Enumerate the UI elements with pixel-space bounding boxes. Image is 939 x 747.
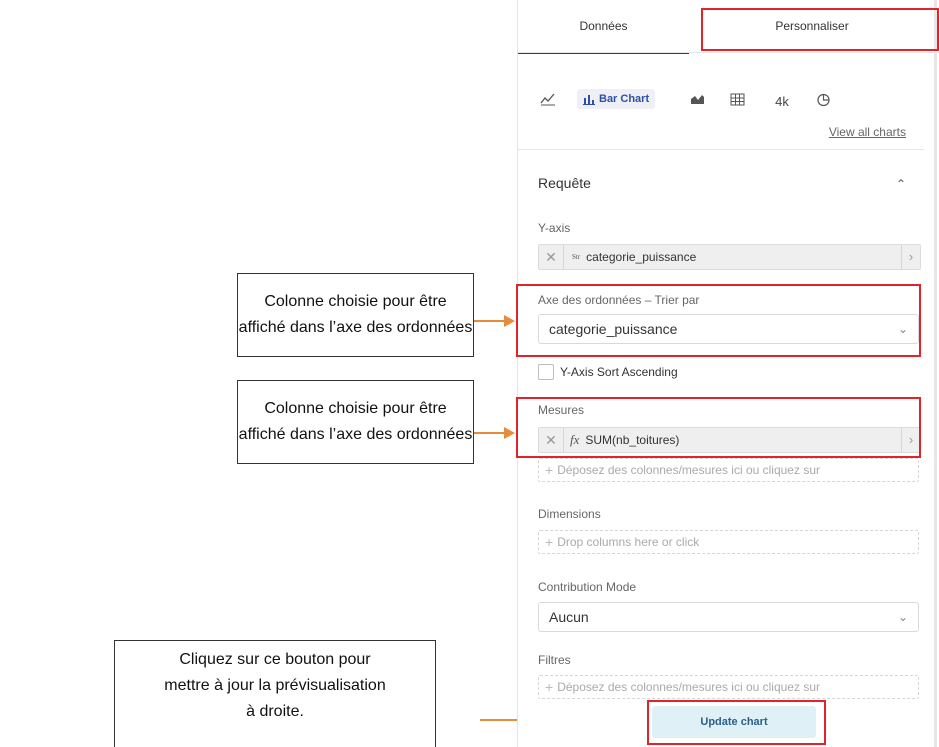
arrow-line: [474, 432, 506, 434]
chart-type-selector: Bar Chart 4k View all charts: [518, 53, 924, 149]
arrow-head: [504, 427, 515, 439]
callout-y-axis: Colonne choisie pour être affiché dans l…: [237, 273, 474, 357]
chart-config-panel: Données Personnaliser Bar Chart 4k View …: [517, 0, 939, 747]
callout-line: affiché dans l’axe des ordonnées: [238, 319, 473, 336]
bar-chart-label: Bar Chart: [599, 93, 650, 105]
plus-icon: +: [545, 534, 554, 550]
table-chart-icon[interactable]: [728, 89, 746, 109]
y-axis-column-pill[interactable]: ✕ Str categorie_puissance ›: [538, 244, 921, 270]
arrow-line: [474, 320, 506, 322]
chevron-down-icon: ⌄: [897, 610, 908, 624]
measures-drop-placeholder: Déposez des colonnes/mesures ici ou cliq…: [557, 463, 820, 477]
contribution-mode-label: Contribution Mode: [538, 580, 637, 594]
pie-chart-icon[interactable]: [814, 89, 832, 109]
callout-line: à droite.: [246, 703, 304, 720]
big-number-label: 4k: [775, 93, 789, 109]
filters-label: Filtres: [538, 653, 571, 667]
dimensions-drop-zone[interactable]: + Drop columns here or click: [538, 530, 919, 554]
callout-line: Colonne choisie pour être: [264, 293, 447, 310]
y-axis-label: Y-axis: [538, 221, 571, 235]
filters-drop-placeholder: Déposez des colonnes/mesures ici ou cliq…: [557, 680, 820, 694]
measures-drop-zone[interactable]: + Déposez des colonnes/mesures ici ou cl…: [538, 458, 919, 482]
query-section-title: Requête: [538, 175, 591, 191]
contribution-mode-select[interactable]: Aucun ⌄: [538, 602, 919, 632]
line-chart-icon[interactable]: [538, 89, 558, 109]
big-number-chart-option[interactable]: 4k: [770, 91, 794, 111]
highlight-measures: [516, 397, 921, 458]
y-axis-column-name: categorie_puissance: [586, 250, 697, 264]
tab-data-label: Données: [579, 19, 628, 33]
area-chart-icon[interactable]: [688, 89, 706, 109]
chevron-up-icon[interactable]: ⌃: [896, 177, 906, 191]
divider: [518, 149, 924, 150]
dimensions-label: Dimensions: [538, 507, 601, 521]
highlight-sort-by: [516, 284, 921, 357]
view-all-charts-link[interactable]: View all charts: [829, 125, 906, 139]
string-type-badge: Str: [572, 253, 581, 261]
highlight-customize-tab: [701, 8, 939, 51]
remove-icon[interactable]: ✕: [539, 245, 564, 269]
contribution-mode-value: Aucun: [549, 609, 589, 625]
bar-chart-option[interactable]: Bar Chart: [577, 89, 656, 109]
sort-ascending-label: Y-Axis Sort Ascending: [560, 365, 678, 379]
arrow-head: [504, 315, 515, 327]
dimensions-drop-placeholder: Drop columns here or click: [557, 535, 700, 549]
callout-line: Cliquez sur ce bouton pour: [179, 651, 371, 668]
callout-line: Colonne choisie pour être: [264, 400, 447, 417]
highlight-update-button: [647, 700, 826, 745]
callout-update: Cliquez sur ce bouton pour mettre à jour…: [114, 640, 436, 747]
scrollbar[interactable]: [934, 0, 937, 747]
bar-chart-icon: [583, 94, 595, 105]
callout-line: affiché dans l’axe des ordonnées: [238, 426, 473, 443]
filters-drop-zone[interactable]: + Déposez des colonnes/mesures ici ou cl…: [538, 675, 919, 699]
plus-icon: +: [545, 679, 554, 695]
plus-icon: +: [545, 462, 554, 478]
sort-ascending-checkbox[interactable]: [538, 364, 554, 380]
tab-data[interactable]: Données: [518, 0, 689, 54]
callout-line: mettre à jour la prévisualisation: [164, 677, 386, 694]
callout-measures: Colonne choisie pour être affiché dans l…: [237, 380, 474, 464]
chevron-right-icon[interactable]: ›: [901, 245, 920, 269]
